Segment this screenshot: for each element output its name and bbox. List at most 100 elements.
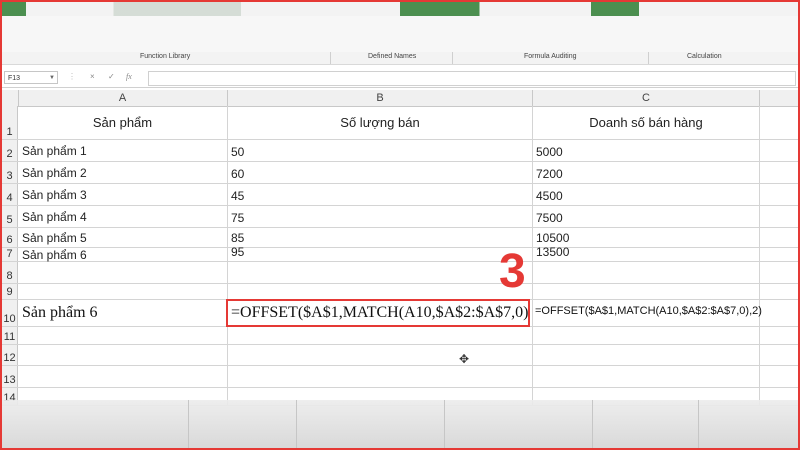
taskbar-fade — [2, 400, 798, 448]
cell-c1[interactable]: Doanh số bán hàng — [533, 106, 760, 139]
table-row: 5 Sản phẩm 4 75 7500 — [2, 206, 798, 228]
cell-b11[interactable] — [228, 327, 533, 344]
cell-a10[interactable]: Sản phẩm 6 — [18, 300, 228, 326]
cell-c11[interactable] — [533, 327, 760, 344]
fade-divider — [296, 400, 297, 448]
insert-function-icon[interactable]: fx — [126, 72, 132, 81]
cell-a5[interactable]: Sản phẩm 4 — [18, 206, 228, 227]
row-header[interactable]: 9 — [2, 284, 18, 299]
cell-a4[interactable]: Sản phẩm 3 — [18, 184, 228, 205]
column-header-a[interactable]: A — [18, 90, 228, 106]
chevron-down-icon[interactable]: ▼ — [49, 72, 55, 85]
group-function-library[interactable]: Function Library — [140, 53, 190, 60]
row-header[interactable]: 1 — [2, 106, 18, 139]
row-header[interactable]: 2 — [2, 140, 18, 161]
cell-c2[interactable]: 5000 — [533, 140, 760, 161]
cell-b3[interactable]: 60 — [228, 162, 533, 183]
ribbon-group-labels: Function Library Defined Names Formula A… — [2, 52, 798, 65]
cell-d9[interactable] — [760, 284, 798, 299]
fade-divider — [698, 400, 699, 448]
ribbon-area — [2, 2, 798, 52]
group-formula-auditing[interactable]: Formula Auditing — [524, 53, 577, 60]
cell-c5[interactable]: 7500 — [533, 206, 760, 227]
cell-a12[interactable] — [18, 345, 228, 365]
table-row: 2 Sản phẩm 1 50 5000 — [2, 140, 798, 162]
group-separator — [330, 52, 331, 64]
table-row: 3 Sản phẩm 2 60 7200 — [2, 162, 798, 184]
formula-edit-cell-b10[interactable]: =OFFSET($A$1,MATCH(A10,$A$2:$A$7,0), — [226, 299, 530, 327]
cell-a1[interactable]: Sản phẩm — [18, 106, 228, 139]
select-all-corner[interactable] — [2, 90, 19, 106]
cell-a11[interactable] — [18, 327, 228, 344]
cell-b12[interactable] — [228, 345, 533, 365]
cell-c13[interactable] — [533, 366, 760, 387]
cell-b7[interactable]: 95 — [228, 245, 533, 261]
row-header[interactable]: 13 — [2, 366, 18, 387]
cell-b8[interactable] — [228, 262, 533, 283]
cell-a13[interactable] — [18, 366, 228, 387]
table-row: 12 — [2, 345, 798, 366]
enter-icon[interactable]: ✓ — [108, 72, 115, 81]
row-header[interactable]: 3 — [2, 162, 18, 183]
cell-a8[interactable] — [18, 262, 228, 283]
cell-b5[interactable]: 75 — [228, 206, 533, 227]
formula-bar: F13 ▼ ⋮ × ✓ fx — [2, 69, 798, 88]
cell-d12[interactable] — [760, 345, 798, 365]
cell-c8[interactable] — [533, 262, 760, 283]
column-header-b[interactable]: B — [228, 90, 533, 106]
cell-a9[interactable] — [18, 284, 228, 299]
row-header[interactable]: 11 — [2, 327, 18, 344]
ribbon-tabs-blur — [2, 2, 798, 16]
column-header-c[interactable]: C — [533, 90, 760, 106]
group-separator — [452, 52, 453, 64]
cell-b2[interactable]: 50 — [228, 140, 533, 161]
cell-d11[interactable] — [760, 327, 798, 344]
group-calculation[interactable]: Calculation — [687, 53, 722, 60]
cell-d10[interactable] — [760, 300, 798, 326]
row-header[interactable]: 6 — [2, 228, 18, 247]
table-row: 8 — [2, 262, 798, 284]
table-row: 4 Sản phẩm 3 45 4500 — [2, 184, 798, 206]
table-row: 1 Sản phẩm Số lượng bán Doanh số bán hàng — [2, 106, 798, 140]
cell-d8[interactable] — [760, 262, 798, 283]
cell-a6[interactable]: Sản phẩm 5 — [18, 228, 228, 247]
cell-d5[interactable] — [760, 206, 798, 227]
cell-b13[interactable] — [228, 366, 533, 387]
name-box-value: F13 — [8, 75, 21, 82]
cell-c4[interactable]: 4500 — [533, 184, 760, 205]
table-row: 11 — [2, 327, 798, 345]
row-header[interactable]: 7 — [2, 248, 18, 261]
row-header[interactable]: 10 — [2, 300, 18, 326]
cell-d1[interactable] — [760, 106, 798, 139]
column-headers: A B C — [2, 90, 798, 107]
cell-c3[interactable]: 7200 — [533, 162, 760, 183]
more-options-icon: ⋮ — [68, 72, 76, 81]
row-header[interactable]: 12 — [2, 345, 18, 365]
formula-input[interactable] — [148, 71, 796, 86]
cell-d6[interactable] — [760, 228, 798, 247]
cell-b4[interactable]: 45 — [228, 184, 533, 205]
row-header[interactable]: 4 — [2, 184, 18, 205]
row-header[interactable]: 8 — [2, 262, 18, 283]
cancel-icon[interactable]: × — [90, 72, 95, 81]
screenshot-frame: Function Library Defined Names Formula A… — [0, 0, 800, 450]
group-defined-names[interactable]: Defined Names — [368, 53, 416, 60]
row-header[interactable]: 5 — [2, 206, 18, 227]
cell-b6[interactable]: 85 — [228, 228, 533, 247]
cell-d3[interactable] — [760, 162, 798, 183]
fade-divider — [592, 400, 593, 448]
cell-a2[interactable]: Sản phẩm 1 — [18, 140, 228, 161]
cell-b1[interactable]: Số lượng bán — [228, 106, 533, 139]
fade-divider — [188, 400, 189, 448]
cell-d2[interactable] — [760, 140, 798, 161]
cell-c7[interactable]: 13500 — [533, 245, 760, 261]
cell-d13[interactable] — [760, 366, 798, 387]
cell-c12[interactable] — [533, 345, 760, 365]
cell-d7[interactable] — [760, 248, 798, 261]
cell-c9[interactable] — [533, 284, 760, 299]
cell-d4[interactable] — [760, 184, 798, 205]
cell-a3[interactable]: Sản phẩm 2 — [18, 162, 228, 183]
name-box[interactable]: F13 ▼ — [4, 71, 58, 84]
cell-a7[interactable]: Sản phẩm 6 — [18, 248, 228, 262]
cell-b9[interactable] — [228, 284, 533, 299]
